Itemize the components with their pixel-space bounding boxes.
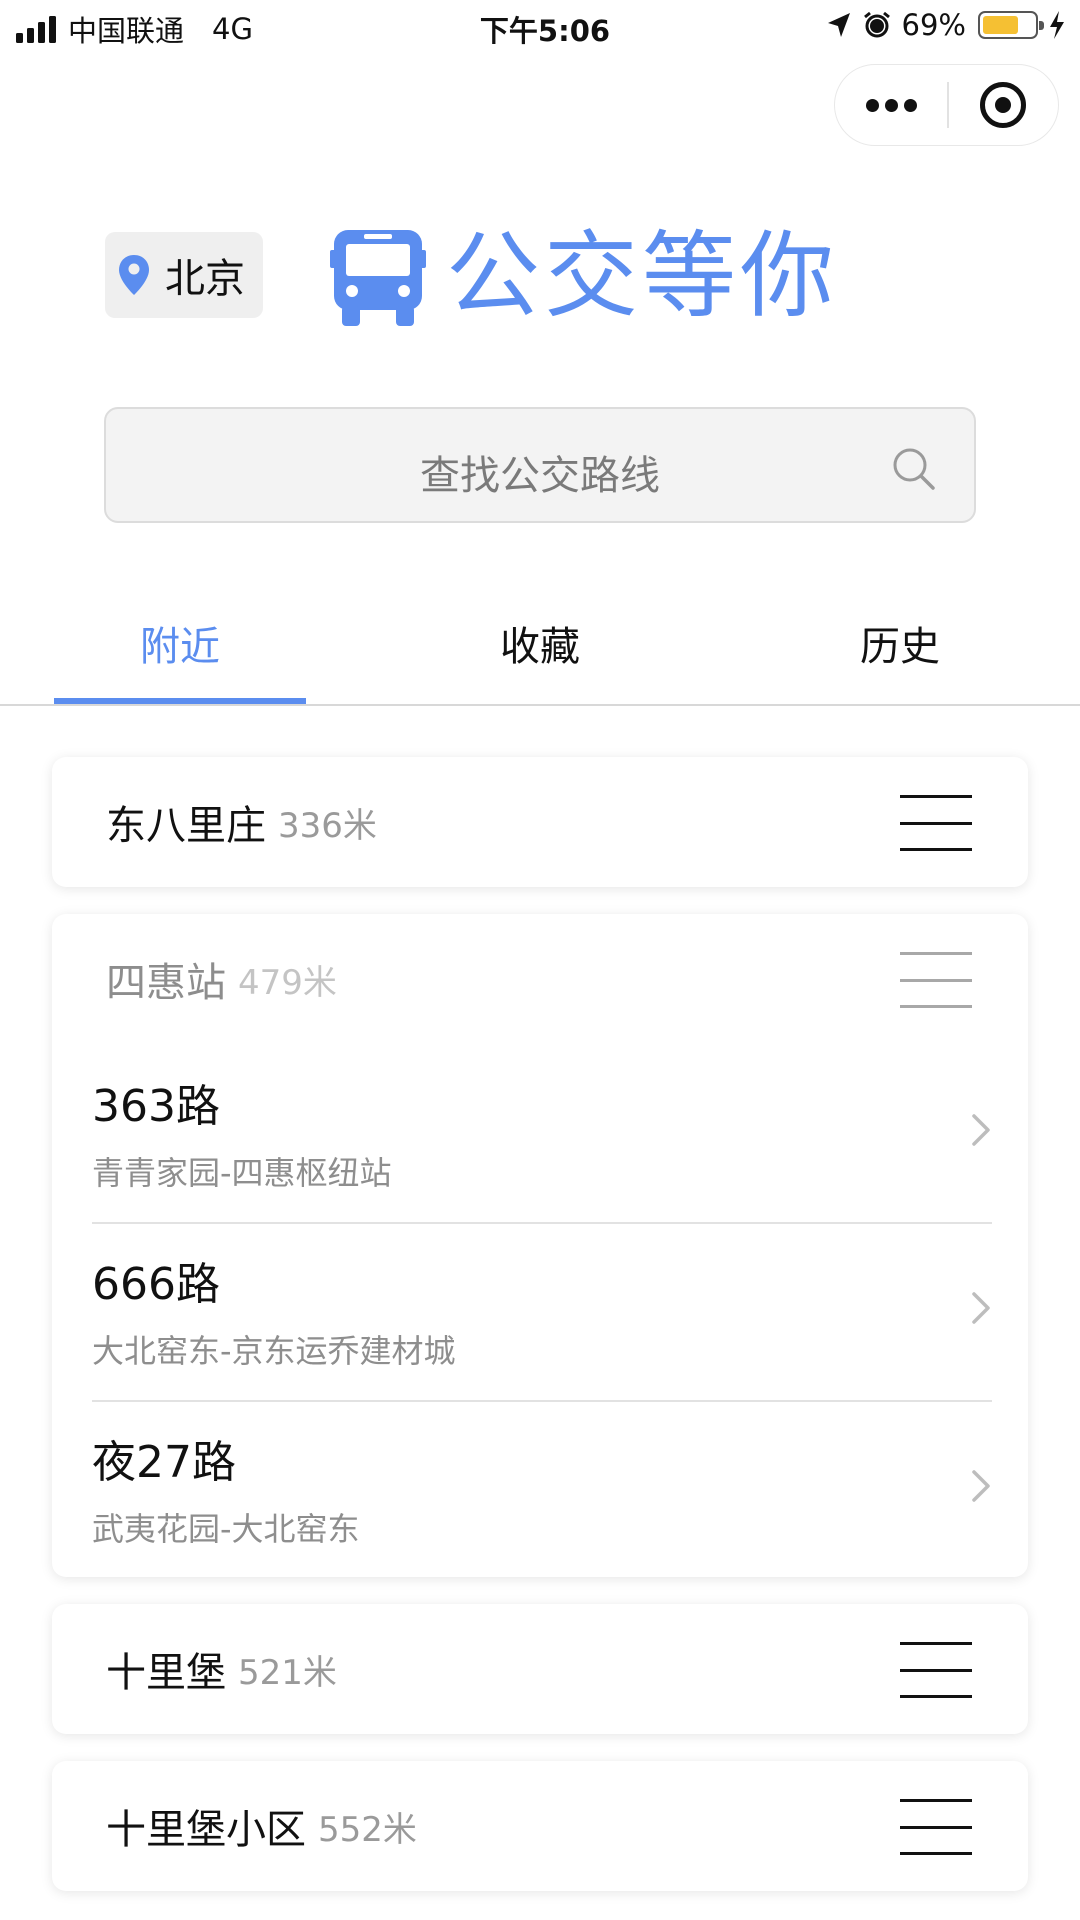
tab-history[interactable]: 历史 [860,614,940,672]
route-name: 666路 [92,1259,220,1310]
location-pin-icon [119,255,149,295]
target-icon [980,82,1027,128]
chevron-right-icon [972,1470,990,1502]
battery-fill [983,16,1018,34]
route-name: 363路 [92,1081,220,1132]
stop-card[interactable]: 十里堡小区 552米 [52,1761,1028,1891]
stop-card[interactable]: 东八里庄 336米 [52,757,1028,887]
stop-header: 十里堡小区 552米 [106,1761,417,1891]
tab-nearby[interactable]: 附近 [140,614,220,672]
miniprogram-capsule [834,64,1059,146]
stop-card[interactable]: 十里堡 521米 [52,1604,1028,1734]
route-direction: 大北窑东-京东运乔建材城 [92,1332,456,1370]
stop-header: 十里堡 521米 [106,1604,337,1734]
stop-name: 四惠站 [106,960,226,1006]
tab-bar: 附近 收藏 历史 [0,600,1080,706]
list-menu-icon[interactable] [900,1799,972,1855]
route-name: 夜27路 [92,1437,236,1488]
tab-favorites[interactable]: 收藏 [500,614,580,672]
stop-name: 十里堡 [106,1650,226,1696]
route-direction: 武夷花园-大北窑东 [92,1510,360,1548]
route-search-input[interactable]: 查找公交路线 [104,407,976,523]
search-icon [893,448,935,490]
close-miniprogram-button[interactable] [949,65,1059,145]
charging-bolt-icon [1050,11,1064,39]
list-menu-icon[interactable] [900,1642,972,1698]
city-label: 北京 [165,256,245,302]
list-menu-icon[interactable] [900,795,972,851]
stop-header: 四惠站 479米 [106,914,337,1044]
app-title: 公交等你 [446,222,839,331]
tabs-divider [0,704,1080,706]
city-selector[interactable]: 北京 [105,232,263,318]
stop-distance: 336米 [278,805,377,846]
stop-name: 十里堡小区 [106,1807,306,1853]
stop-card-expanded[interactable]: 四惠站 479米 363路 青青家园-四惠枢纽站 666路 大北窑东-京东运乔建… [52,914,1028,1577]
location-arrow-icon [827,13,850,37]
search-placeholder: 查找公交路线 [420,453,660,499]
chevron-right-icon [972,1114,990,1146]
bus-logo-icon [330,230,426,326]
more-options-button[interactable] [835,65,947,145]
alarm-icon [863,11,890,38]
battery-icon [978,11,1044,39]
list-menu-icon[interactable] [900,952,972,1008]
route-direction: 青青家园-四惠枢纽站 [92,1154,392,1192]
stop-distance: 521米 [238,1652,337,1693]
stop-header: 东八里庄 336米 [106,757,377,887]
chevron-right-icon [972,1292,990,1324]
battery-percent: 69% [901,8,966,42]
stop-distance: 552米 [318,1809,417,1850]
status-bar: 中国联通 4G 下午5:06 69% [0,0,1080,54]
stop-distance: 479米 [238,962,337,1003]
route-item[interactable]: 夜27路 武夷花园-大北窑东 [92,1400,992,1578]
stop-name: 东八里庄 [106,803,266,849]
route-item[interactable]: 666路 大北窑东-京东运乔建材城 [92,1222,992,1400]
route-item[interactable]: 363路 青青家园-四惠枢纽站 [92,1044,992,1222]
status-right: 69% [826,8,1066,42]
